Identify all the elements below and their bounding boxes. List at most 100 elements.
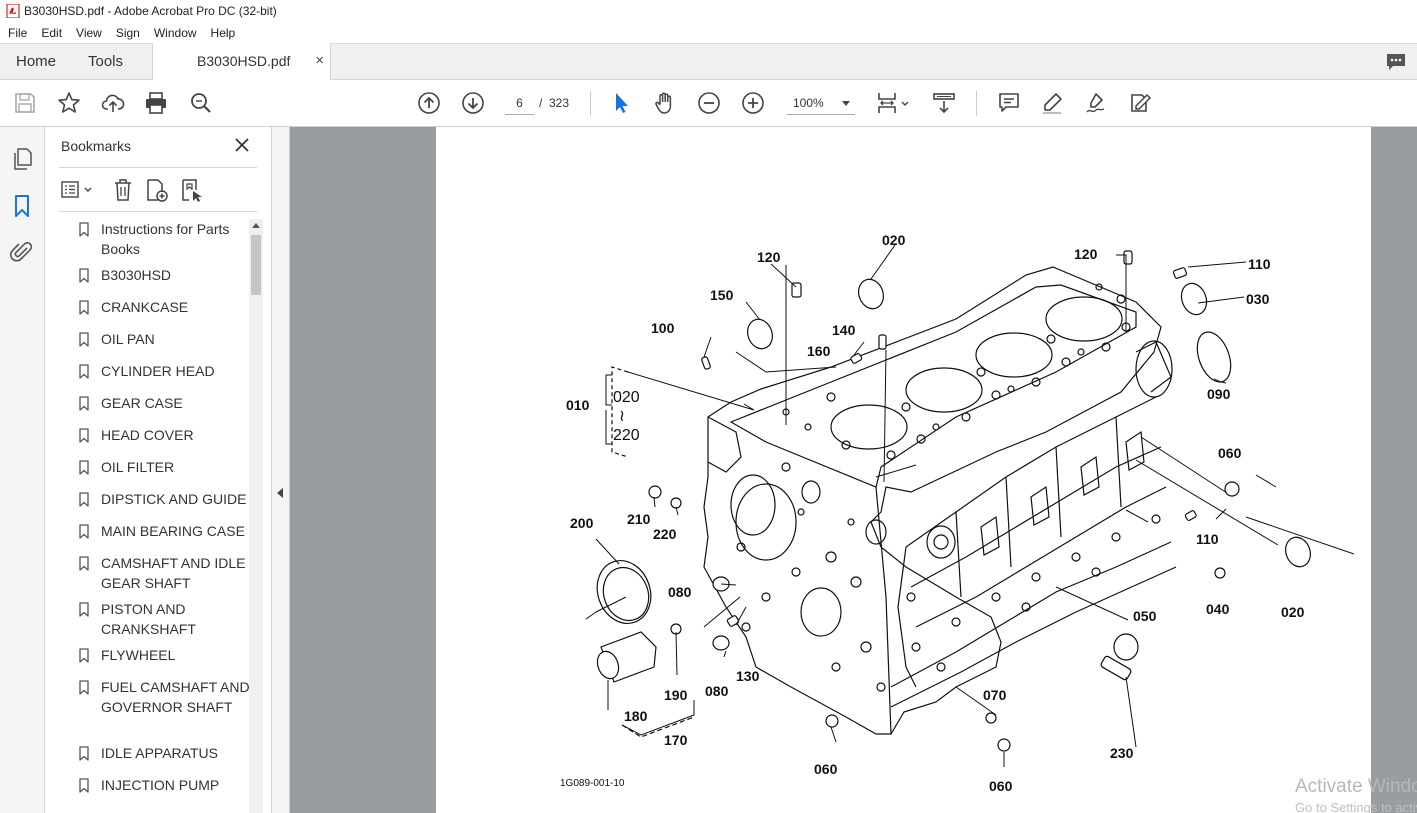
menu-file[interactable]: File: [0, 26, 34, 40]
bookmark-label: FLYWHEEL: [101, 647, 176, 663]
print-icon[interactable]: [144, 91, 168, 115]
bookmark-icon: [79, 680, 89, 695]
close-tab-button[interactable]: ×: [315, 43, 324, 79]
bookmark-item[interactable]: CAMSHAFT AND IDLE GEAR SHAFT: [59, 553, 249, 593]
label-220-range: 220: [613, 427, 640, 444]
page-thumbnails-icon[interactable]: [10, 147, 34, 171]
label-100: 100: [651, 320, 675, 336]
close-icon[interactable]: [233, 136, 251, 154]
document-view[interactable]: 020 120 120 110 030 150 100 140 160 090 …: [290, 127, 1417, 813]
star-bookmark-icon[interactable]: [57, 91, 81, 115]
menu-bar: File Edit View Sign Window Help: [0, 22, 1417, 43]
bookmark-item[interactable]: HEAD COVER: [59, 425, 249, 445]
zoom-level-dropdown[interactable]: 100%: [787, 91, 855, 115]
upload-cloud-icon[interactable]: [101, 91, 125, 115]
menu-help[interactable]: Help: [204, 26, 243, 40]
zoom-in-icon[interactable]: [741, 91, 765, 115]
bookmarks-panel-title: Bookmarks: [61, 138, 132, 154]
add-comment-icon[interactable]: [997, 91, 1021, 115]
label-020: 020: [1281, 604, 1305, 620]
select-cursor-icon[interactable]: [609, 91, 633, 115]
label-160: 160: [807, 343, 831, 359]
label-020: 020: [882, 232, 906, 248]
navigation-rail: [0, 127, 45, 813]
bookmark-item[interactable]: IDLE APPARATUS: [59, 743, 249, 763]
bookmark-label: B3030HSD: [101, 267, 172, 283]
collapse-left-icon[interactable]: [277, 488, 283, 498]
hand-tool-icon[interactable]: [653, 91, 677, 115]
scrolling-mode-icon[interactable]: [932, 91, 956, 115]
bookmark-item[interactable]: MAIN BEARING CASE: [59, 521, 249, 541]
comment-icon[interactable]: [1385, 52, 1407, 72]
bookmark-item[interactable]: PISTON AND CRANKSHAFT: [59, 599, 249, 639]
bookmark-item[interactable]: GEAR CASE: [59, 393, 249, 413]
draw-freehand-icon[interactable]: [1084, 91, 1108, 115]
page-fit-icon[interactable]: [876, 91, 910, 115]
scroll-up-icon[interactable]: [252, 223, 260, 228]
activate-windows-watermark: Activate Windows: [1295, 776, 1417, 797]
next-page-icon[interactable]: [461, 91, 485, 115]
find-text-icon[interactable]: [189, 91, 213, 115]
delete-bookmark-icon[interactable]: [110, 177, 136, 203]
highlight-pen-icon[interactable]: [1040, 91, 1064, 115]
label-060: 060: [989, 778, 1013, 794]
attachments-paperclip-icon[interactable]: [10, 240, 34, 264]
tab-bar: Home Tools B3030HSD.pdf ×: [0, 43, 1417, 81]
label-200: 200: [570, 515, 594, 531]
label-110: 110: [1248, 256, 1271, 272]
bookmark-item[interactable]: Instructions for Parts Books: [59, 219, 249, 259]
menu-window[interactable]: Window: [147, 26, 204, 40]
page-number-input[interactable]: 6: [505, 91, 534, 115]
new-bookmark-icon[interactable]: [144, 177, 170, 203]
acrobat-pdf-icon: [6, 4, 20, 18]
loose-parts: [596, 250, 1380, 752]
activate-windows-subtext: Go to Settings to activate Windows.: [1295, 800, 1417, 813]
tab-document[interactable]: B3030HSD.pdf ×: [152, 43, 331, 81]
bookmark-item[interactable]: INJECTION PUMP: [59, 775, 249, 795]
bookmark-scrollbar[interactable]: [249, 219, 263, 813]
panel-divider: [59, 167, 257, 168]
bookmark-item[interactable]: OIL PAN: [59, 329, 249, 349]
bookmark-item[interactable]: CRANKCASE: [59, 297, 249, 317]
panel-collapse-handle[interactable]: [272, 127, 290, 813]
bookmark-options-icon[interactable]: [59, 177, 95, 203]
bookmark-label: CYLINDER HEAD: [101, 363, 215, 379]
bookmark-label: Instructions for Parts Books: [101, 221, 230, 257]
bookmark-item[interactable]: DIPSTICK AND GUIDE: [59, 489, 249, 509]
tab-tools[interactable]: Tools: [88, 44, 123, 80]
bookmark-from-selection-icon[interactable]: [179, 177, 205, 203]
crankcase-parts-diagram: 020 120 120 110 030 150 100 140 160 090 …: [560, 232, 1380, 794]
label-080: 080: [668, 584, 692, 600]
save-icon[interactable]: [13, 91, 37, 115]
bookmark-item[interactable]: FUEL CAMSHAFT AND GOVERNOR SHAFT: [59, 677, 249, 737]
zoom-level-value: 100%: [793, 96, 824, 110]
zoom-out-icon[interactable]: [697, 91, 721, 115]
bookmark-item[interactable]: B3030HSD: [59, 265, 249, 285]
label-110: 110: [1196, 531, 1219, 547]
window-title: B3030HSD.pdf - Adobe Acrobat Pro DC (32-…: [24, 4, 277, 18]
page-separator: /: [539, 96, 543, 110]
fill-and-sign-icon[interactable]: [1128, 91, 1152, 115]
tab-home[interactable]: Home: [16, 44, 56, 80]
bookmark-icon: [79, 268, 89, 283]
bookmark-icon: [79, 222, 89, 237]
bookmark-item[interactable]: OIL FILTER: [59, 457, 249, 477]
bookmark-item[interactable]: FLYWHEEL: [59, 645, 249, 665]
bookmark-list: Instructions for Parts Books B3030HSD CRAN…: [59, 219, 249, 813]
previous-page-icon[interactable]: [417, 91, 441, 115]
scrollbar-thumb[interactable]: [251, 235, 261, 295]
bookmark-panel-icon[interactable]: [10, 194, 34, 218]
toolbar-divider: [590, 91, 591, 116]
pdf-page: 020 120 120 110 030 150 100 140 160 090 …: [436, 127, 1380, 813]
bookmark-label: DIPSTICK AND GUIDE: [101, 491, 247, 507]
bookmark-label: PISTON AND CRANKSHAFT: [101, 601, 196, 637]
page-total: 323: [549, 96, 570, 110]
bookmark-item[interactable]: CYLINDER HEAD: [59, 361, 249, 381]
menu-edit[interactable]: Edit: [34, 26, 69, 40]
label-070: 070: [983, 687, 1007, 703]
bookmark-icon: [79, 746, 89, 761]
bookmark-icon: [79, 602, 89, 617]
toolbar-divider: [976, 91, 977, 116]
menu-view[interactable]: View: [69, 26, 109, 40]
menu-sign[interactable]: Sign: [109, 26, 147, 40]
